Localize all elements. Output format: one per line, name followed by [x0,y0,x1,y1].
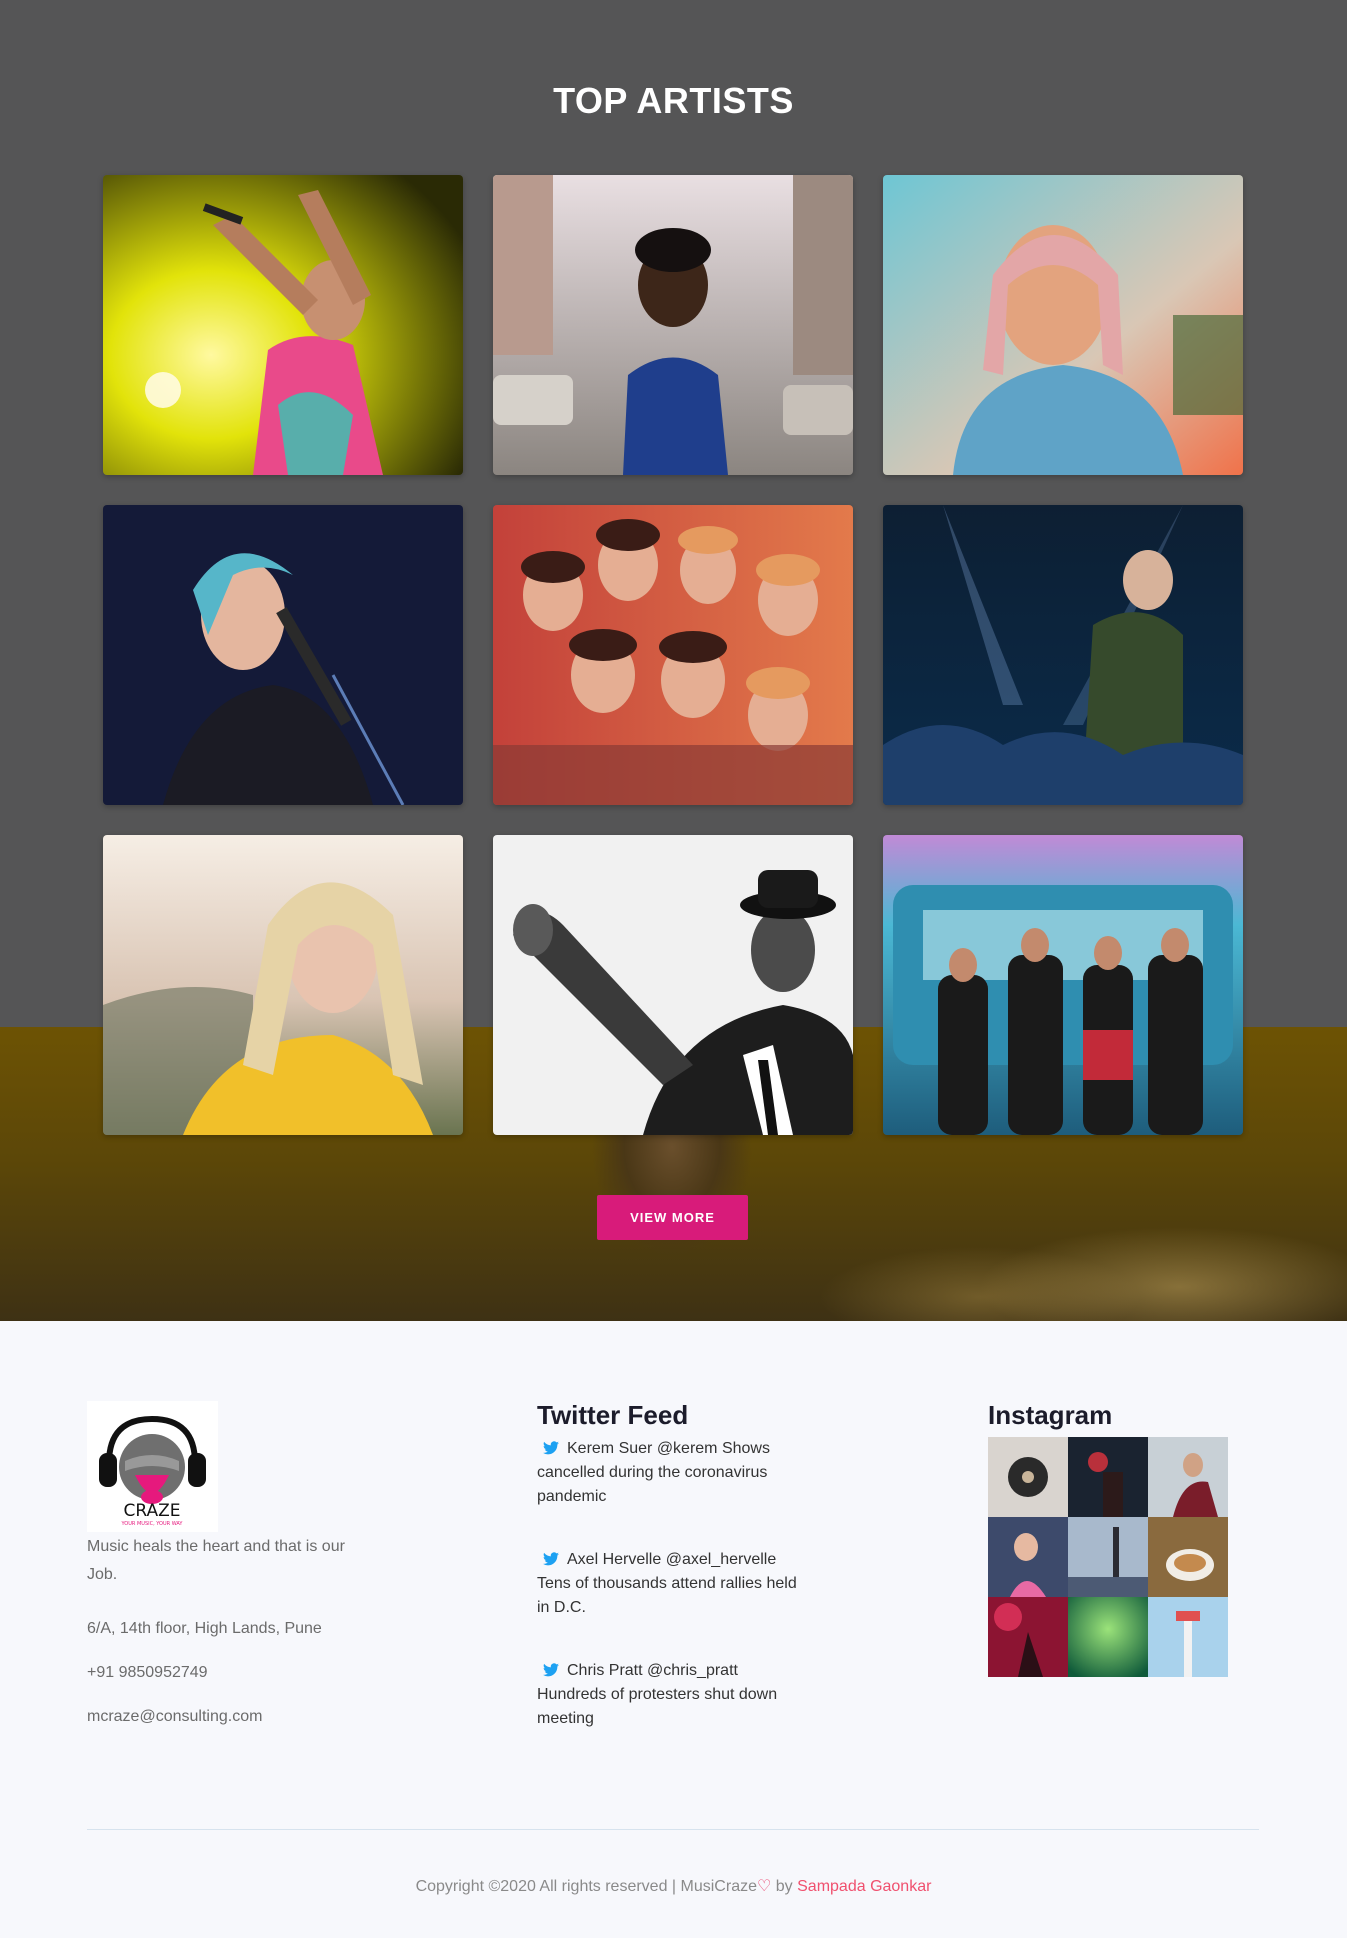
artist-photo-4[interactable] [103,505,463,805]
tweet-item[interactable]: Axel Hervelle @axel_hervelle Tens of tho… [537,1548,807,1620]
artist-photo-2[interactable] [493,175,853,475]
instagram-thumb[interactable] [988,1437,1068,1517]
heart-icon: ♡ [756,1878,772,1895]
logo-tagline-text: YOUR MUSIC, YOUR WAY [121,1521,184,1527]
tweet-text: Kerem Suer @kerem Shows cancelled during… [537,1440,770,1505]
address-text: 6/A, 14th floor, High Lands, Pune [87,1620,322,1637]
copyright-by: by [771,1878,798,1895]
about-text: Music heals the heart and that is our Jo… [87,1538,345,1583]
footer: CRAZE YOUR MUSIC, YOUR WAY Music heals t… [0,1321,1347,1938]
logo-brand-text: CRAZE [123,1501,180,1521]
tweet-text: Chris Pratt @chris_pratt Hundreds of pro… [537,1662,778,1727]
instagram-thumb[interactable] [988,1517,1068,1597]
instagram-thumb[interactable] [1148,1437,1228,1517]
twitter-feed-title: Twitter Feed [537,1400,689,1430]
tweet-item[interactable]: Kerem Suer @kerem Shows cancelled during… [537,1437,807,1509]
tweet-item[interactable]: Chris Pratt @chris_pratt Hundreds of pro… [537,1659,807,1731]
tweet-text: Axel Hervelle @axel_hervelle Tens of tho… [537,1551,797,1616]
twitter-bird-icon [543,1663,559,1677]
instagram-thumb[interactable] [1148,1517,1228,1597]
instagram-thumb[interactable] [1068,1597,1148,1677]
email-link[interactable]: mcraze@consulting.com [87,1708,262,1726]
twitter-bird-icon [543,1441,559,1455]
view-more-button[interactable]: VIEW MORE [597,1195,748,1240]
artist-photo-6[interactable] [883,505,1243,805]
artist-photo-1[interactable] [103,175,463,475]
footer-divider [87,1829,1259,1830]
phone-text: +91 9850952749 [87,1664,208,1681]
artist-photo-7[interactable] [103,835,463,1135]
craze-logo[interactable]: CRAZE YOUR MUSIC, YOUR WAY [87,1401,218,1532]
author-link[interactable]: Sampada Gaonkar [797,1878,931,1895]
twitter-bird-icon [543,1552,559,1566]
copyright: Copyright ©2020 All rights reserved | Mu… [0,1876,1347,1896]
instagram-thumb[interactable] [988,1597,1068,1677]
instagram-thumb[interactable] [1068,1437,1148,1517]
artist-photo-8[interactable] [493,835,853,1135]
artist-photo-9[interactable] [883,835,1243,1135]
artist-photo-5[interactable] [493,505,853,805]
instagram-thumb[interactable] [1068,1517,1148,1597]
copyright-text: Copyright ©2020 All rights reserved | Mu… [415,1878,757,1895]
instagram-thumb[interactable] [1148,1597,1228,1677]
instagram-title: Instagram [988,1400,1113,1430]
artists-grid [103,175,1243,1135]
top-artists-section: TOP ARTISTS VIEW MORE [0,0,1347,1321]
section-title: TOP ARTISTS [553,80,794,121]
artist-photo-3[interactable] [883,175,1243,475]
instagram-grid [988,1437,1228,1677]
